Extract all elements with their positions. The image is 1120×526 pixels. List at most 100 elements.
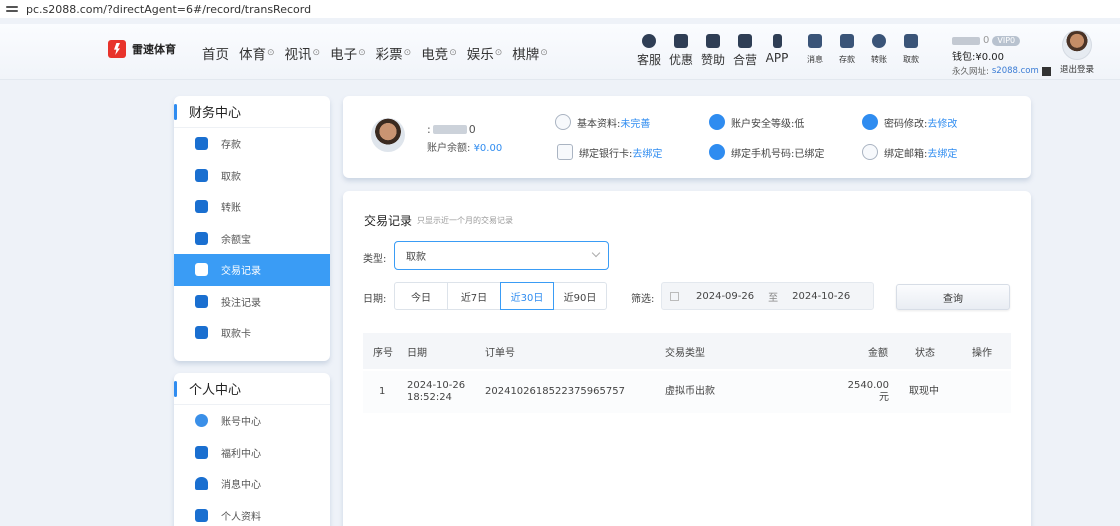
quick-sponsor[interactable]: 赞助 (700, 34, 726, 68)
withdraw-icon (904, 34, 918, 48)
quick-partner[interactable]: 合营 (732, 34, 758, 68)
date-7days-button[interactable]: 近7日 (447, 282, 501, 310)
quick-support[interactable]: 客服 (636, 34, 662, 68)
domain-link[interactable]: s2088.com (992, 66, 1039, 76)
quick-app[interactable]: APP (764, 34, 790, 68)
quick-transfer[interactable]: 转账 (866, 34, 892, 68)
quick-links: 客服 优惠 赞助 合营 APP 消息 存款 转账 取款 (636, 34, 930, 68)
sidebar-item-withdraw-card[interactable]: 取款卡 (174, 317, 330, 349)
column-header: 状态 (915, 347, 935, 359)
phone-bound-value: 已绑定 (794, 148, 825, 160)
bank-card-icon (557, 144, 573, 160)
sidebar-item-label: 交易记录 (221, 266, 261, 278)
table-row[interactable]: 1 2024-10-26 18:52:24 202410261852237596… (363, 371, 1011, 413)
sidebar-item-withdraw[interactable]: 取款 (174, 160, 330, 192)
menu-item-live[interactable]: 视讯 ⊙ (285, 43, 321, 63)
quick-messages[interactable]: 消息 (802, 34, 828, 68)
date-90days-button[interactable]: 近90日 (553, 282, 607, 310)
quick-withdraw[interactable]: 取款 (898, 34, 924, 68)
field-label: 密码修改: (884, 118, 928, 130)
sidebar-item-transfer[interactable]: 转账 (174, 191, 330, 223)
domain-label: 永久网址: (952, 67, 989, 77)
avatar (371, 118, 405, 152)
menu-item-esports[interactable]: 电竞 ⊙ (421, 43, 457, 63)
sidebar-item-account-center[interactable]: 账号中心 (174, 405, 330, 437)
end-date[interactable]: 2024-10-26 (792, 291, 850, 302)
balance-label: 账户余额: (427, 143, 471, 154)
url-text[interactable]: pc.s2088.com/?directAgent=6#/record/tran… (26, 3, 311, 16)
cell-status: 取现中 (909, 385, 939, 397)
menu-item-lottery[interactable]: 彩票 ⊙ (376, 43, 412, 63)
basic-info-link[interactable]: 未完善 (620, 115, 650, 130)
menu-item-sports[interactable]: 体育 ⊙ (239, 43, 275, 63)
sidebar-item-label: 投注记录 (221, 297, 261, 309)
sidebar-item-message-center[interactable]: 消息中心 (174, 468, 330, 500)
records-icon (195, 263, 208, 277)
bind-bank-card-link[interactable]: 去绑定 (632, 145, 662, 160)
sidebar-item-bet-records[interactable]: 投注记录 (174, 286, 330, 318)
lock-icon (862, 114, 878, 130)
logo-text: 雷速体育 (132, 43, 176, 56)
type-select[interactable]: 取款 (394, 241, 609, 270)
cell-order-number: 2024102618522375965757 (485, 385, 625, 397)
profile-icon (195, 508, 208, 522)
quick-label: 优惠 (668, 53, 693, 67)
date-label: 日期: (363, 294, 387, 305)
sidebar-item-label: 余额宝 (221, 234, 251, 246)
permanent-domain: 永久网址: s2088.com (952, 65, 1062, 77)
sidebar-item-transaction-records[interactable]: 交易记录 (174, 254, 330, 286)
finance-center-title: 财务中心 (174, 96, 330, 128)
query-button[interactable]: 查询 (896, 284, 1010, 310)
balance-value: ¥0.00 (473, 143, 503, 154)
main-menu: 首页 体育 ⊙ 视讯 ⊙ 电子 ⊙ 彩票 ⊙ 电竞 ⊙ 娱乐 ⊙ 棋牌 ⊙ (202, 43, 558, 63)
sidebar-item-personal-info[interactable]: 个人资料 (174, 500, 330, 526)
folder-icon (195, 200, 208, 214)
qr-code-icon[interactable] (1041, 66, 1051, 76)
menu-label: 首页 (202, 47, 229, 63)
chevron-down-icon: ⊙ (494, 48, 503, 58)
quick-deposit[interactable]: 存款 (834, 34, 860, 68)
sidebar-item-label: 取款 (221, 171, 241, 183)
deposit-icon (840, 34, 854, 48)
sidebar-item-deposit[interactable]: 存款 (174, 128, 330, 160)
sidebar-item-yuebao[interactable]: 余额宝 (174, 223, 330, 255)
sidebar-item-welfare-center[interactable]: 福利中心 (174, 437, 330, 469)
start-date[interactable]: 2024-09-26 (696, 291, 754, 302)
column-header: 订单号 (485, 347, 515, 359)
change-password-link[interactable]: 去修改 (927, 115, 957, 130)
browser-url-bar[interactable]: pc.s2088.com/?directAgent=6#/record/tran… (0, 0, 1120, 18)
column-header: 操作 (972, 347, 992, 359)
bind-email-link[interactable]: 去绑定 (927, 145, 957, 160)
quick-label: 取款 (903, 55, 919, 64)
date-30days-button[interactable]: 近30日 (500, 282, 554, 310)
transaction-records-panel: 交易记录 只显示近一个月的交易记录 类型: 取款 日期: 今日 近7日 近30日… (343, 191, 1031, 526)
logout-button[interactable]: 退出登录 (1060, 30, 1094, 75)
field-label: 绑定邮箱: (884, 148, 928, 160)
chevron-down-icon: ⊙ (403, 48, 412, 58)
menu-item-entertainment[interactable]: 娱乐 ⊙ (467, 43, 503, 63)
site-logo[interactable]: 雷速体育 (108, 40, 176, 58)
menu-item-chess[interactable]: 棋牌 ⊙ (512, 43, 548, 63)
sidebar-item-label: 存款 (221, 140, 241, 152)
menu-item-home[interactable]: 首页 (202, 43, 229, 63)
cell-amount-value: 2540.00 (847, 379, 889, 391)
quick-label: 赞助 (700, 53, 725, 67)
cell-date-day: 2024-10-26 (407, 379, 466, 391)
menu-item-slots[interactable]: 电子 ⊙ (330, 43, 366, 63)
menu-label: 娱乐 (466, 47, 494, 63)
page-subtitle: 只显示近一个月的交易记录 (417, 216, 513, 225)
username-suffix: 0 (468, 123, 476, 136)
table-header: 序号 日期 订单号 交易类型 金额 状态 操作 (363, 333, 1011, 369)
cell-amount-unit: 元 (879, 392, 889, 403)
username-prefix: : (427, 123, 431, 136)
transfer-icon (872, 34, 886, 48)
email-field: 绑定邮箱: 去绑定 (862, 144, 957, 160)
date-today-button[interactable]: 今日 (394, 282, 448, 310)
diamond-icon (195, 414, 208, 428)
quick-promotions[interactable]: 优惠 (668, 34, 694, 68)
date-range-picker[interactable]: 2024-09-26 至 2024-10-26 (661, 282, 874, 310)
message-icon (808, 34, 822, 48)
site-settings-icon[interactable] (6, 4, 18, 14)
filter-label: 筛选: (631, 294, 655, 305)
field-label: 绑定手机号码: (731, 148, 795, 160)
